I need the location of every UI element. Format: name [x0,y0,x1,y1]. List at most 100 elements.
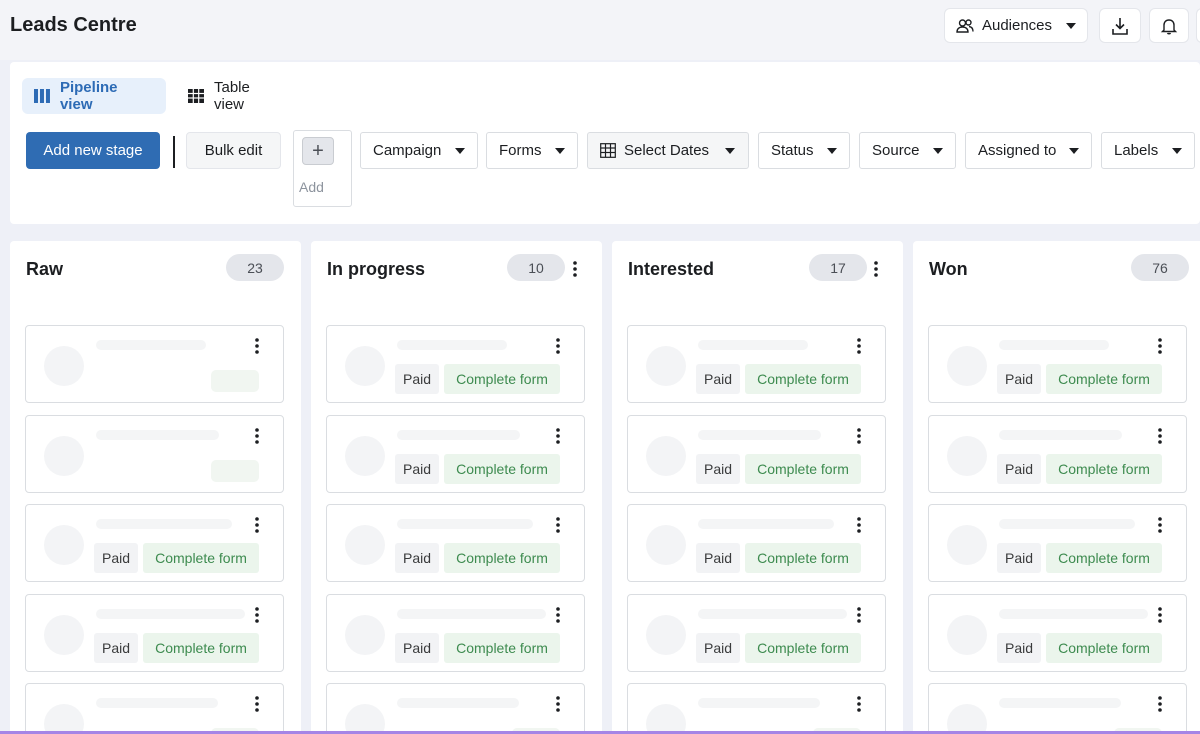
avatar [646,704,686,734]
avatar [345,436,385,476]
more-options-icon[interactable] [556,338,564,356]
paid-tag: Paid [997,543,1041,573]
lead-card[interactable]: Paid Complete form [627,504,886,582]
source-filter[interactable]: Source [859,132,956,169]
paid-tag: Paid [997,454,1041,484]
labels-filter[interactable]: Labels [1101,132,1195,169]
more-options-icon[interactable] [857,607,865,625]
top-bar: Leads Centre Audiences [0,0,1200,60]
more-options-icon[interactable] [255,517,263,535]
lead-card[interactable] [25,415,284,493]
lead-name-placeholder [698,698,820,708]
lead-name-placeholder [999,519,1135,529]
more-options-icon[interactable] [1158,696,1166,714]
more-options-icon[interactable] [857,428,865,446]
lead-card[interactable]: Paid Complete form [326,415,585,493]
lead-card[interactable]: Paid Complete form [326,504,585,582]
column-title: In progress [327,259,426,279]
lead-name-placeholder [698,340,808,350]
tab-pipeline-view[interactable]: Pipeline view [22,78,166,114]
status-filter-label: Status [771,142,814,159]
paid-tag: Paid [696,454,740,484]
status-filter[interactable]: Status [758,132,850,169]
more-header-button[interactable] [1196,8,1200,43]
toolbar-panel: Pipeline view Table view Add new stage B… [10,62,1200,224]
forms-filter[interactable]: Forms [486,132,578,169]
more-options-icon[interactable] [1158,607,1166,625]
chevron-down-icon [1066,22,1077,29]
column-count-badge: 76 [1131,254,1189,281]
lead-card[interactable]: Paid Complete form [25,504,284,582]
audiences-label: Audiences [981,17,1053,34]
lead-card[interactable]: Paid Complete form [928,325,1187,403]
audiences-dropdown[interactable]: Audiences [944,8,1088,43]
more-options-icon[interactable] [255,338,263,356]
more-options-icon[interactable] [556,607,564,625]
paid-tag: Paid [395,364,439,394]
calendar-icon [600,143,616,158]
more-options-icon[interactable] [857,338,865,356]
paid-tag: Paid [94,633,138,663]
complete-form-tag: Complete form [444,364,560,394]
lead-card[interactable]: Paid Complete form [928,594,1187,672]
more-options-icon[interactable] [874,261,884,279]
lead-card[interactable]: Paid Complete form [627,415,886,493]
column-count-badge: 10 [507,254,565,281]
more-options-icon[interactable] [556,517,564,535]
column-title: Interested [628,259,715,279]
add-new-stage-button[interactable]: Add new stage [26,132,160,169]
select-dates-filter[interactable]: Select Dates [587,132,749,169]
lead-card[interactable]: Paid Complete form [627,325,886,403]
more-options-icon[interactable] [556,696,564,714]
lead-card[interactable]: Paid Complete form [928,415,1187,493]
lead-card[interactable]: Paid Complete form [326,325,585,403]
avatar [947,525,987,565]
more-options-icon[interactable] [1158,517,1166,535]
notifications-button[interactable] [1149,8,1189,43]
tab-table-view[interactable]: Table view [176,78,296,114]
more-options-icon[interactable] [1158,338,1166,356]
avatar [44,525,84,565]
column-count-badge: 17 [809,254,867,281]
download-button[interactable] [1099,8,1141,43]
add-filter-button[interactable]: + [302,137,334,165]
lead-name-placeholder [999,698,1121,708]
more-options-icon[interactable] [857,696,865,714]
lead-name-placeholder [999,430,1122,440]
chevron-down-icon [555,147,565,154]
bulk-edit-button[interactable]: Bulk edit [186,132,281,169]
more-options-icon[interactable] [255,696,263,714]
complete-form-tag: Complete form [444,543,560,573]
lead-card[interactable] [627,683,886,734]
more-options-icon[interactable] [556,428,564,446]
lead-card[interactable]: Paid Complete form [627,594,886,672]
lead-card[interactable]: Paid Complete form [25,594,284,672]
chevron-down-icon [1172,147,1182,154]
assigned-to-filter[interactable]: Assigned to [965,132,1092,169]
more-options-icon[interactable] [255,607,263,625]
avatar [44,704,84,734]
lead-card[interactable] [25,683,284,734]
lead-card[interactable] [928,683,1187,734]
lead-card[interactable] [25,325,284,403]
columns-icon [34,89,50,103]
paid-tag: Paid [696,633,740,663]
page-title: Leads Centre [10,14,137,36]
more-options-icon[interactable] [255,428,263,446]
complete-form-tag: Complete form [143,633,259,663]
lead-card[interactable] [326,683,585,734]
pipeline-column: Raw 23 Paid Complete form Paid Complete form [10,241,301,734]
avatar [44,346,84,386]
more-options-icon[interactable] [1158,428,1166,446]
lead-card[interactable]: Paid Complete form [928,504,1187,582]
users-icon [956,18,974,33]
avatar [44,436,84,476]
complete-form-tag: Complete form [1046,543,1162,573]
lead-card[interactable]: Paid Complete form [326,594,585,672]
avatar [345,525,385,565]
chevron-down-icon [455,147,465,154]
campaign-filter[interactable]: Campaign [360,132,478,169]
avatar [646,346,686,386]
more-options-icon[interactable] [573,261,583,279]
more-options-icon[interactable] [857,517,865,535]
